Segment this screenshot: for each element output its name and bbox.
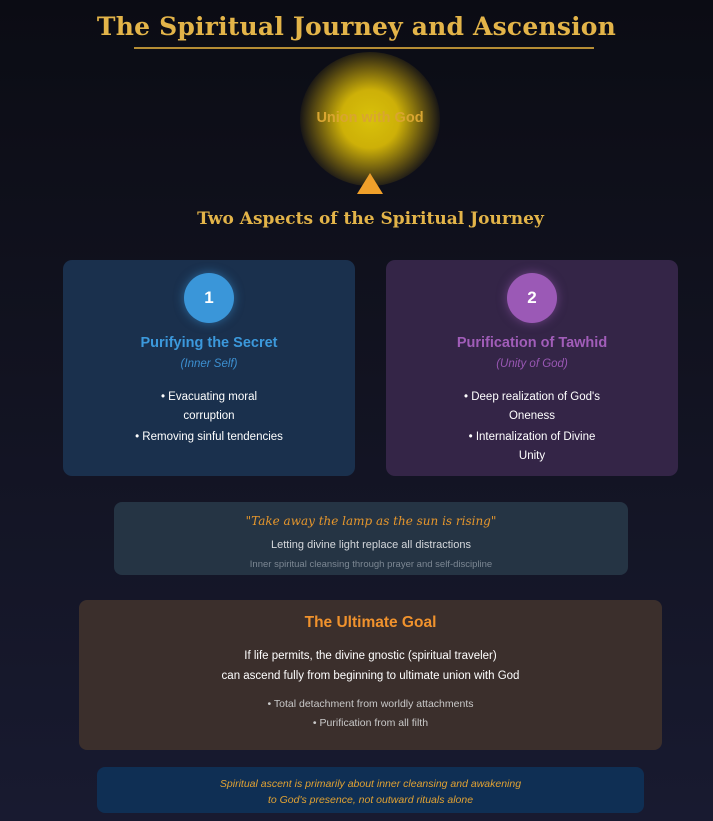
aspect-title: Purifying the Secret [140,335,278,351]
aspect-bullet: • Internalization of Divine Unity [468,431,596,462]
aspect-subtitle: (Unity of God) [496,358,568,370]
aspect-number-badge: 2 [507,273,557,323]
page-title: The Spiritual Journey and Ascension [96,12,617,41]
goal-title: The Ultimate Goal [304,614,437,631]
aspect-bullet-list: • Deep realization of God's Oneness • In… [386,388,678,468]
summary-note-box: Spiritual ascent is primarily about inne… [97,767,644,813]
goal-bullet: • Purification from all filth [312,717,429,729]
quote-text: "Take away the lamp as the sun is rising… [245,514,497,528]
goal-bullet-list: • Total detachment from worldly attachme… [79,695,662,733]
aspect-bullet: • Evacuating moral corruption [160,391,258,422]
summary-note-line: to God's presence, not outward rituals a… [267,794,474,806]
aspect-bullet: • Removing sinful tendencies [135,431,283,443]
quote-footnote: Inner spiritual cleansing through prayer… [249,559,493,570]
quote-explanation: Letting divine light replace all distrac… [271,539,471,551]
title-underline [134,47,594,49]
union-with-god-label: Union with God [316,110,424,126]
goal-bullet: • Total detachment from worldly attachme… [267,698,474,710]
ultimate-goal-box: The Ultimate Goal If life permits, the d… [79,600,662,750]
section-title: Two Aspects of the Spiritual Journey [197,209,544,229]
goal-description-line: can ascend fully from beginning to ultim… [221,670,520,682]
aspect-card-purifying-secret: 1 Purifying the Secret (Inner Self) • Ev… [63,260,355,476]
aspect-title: Purification of Tawhid [456,335,608,351]
up-triangle-shape [357,173,383,194]
summary-note-line: Spiritual ascent is primarily about inne… [219,778,522,790]
goal-description-line: If life permits, the divine gnostic (spi… [244,650,497,662]
aspect-bullet-list: • Evacuating moral corruption • Removing… [63,388,355,449]
aspect-subtitle: (Inner Self) [180,358,238,370]
up-triangle-icon [356,172,384,196]
aspect-bullet: • Deep realization of God's Oneness [464,391,600,422]
summary-note: Spiritual ascent is primarily about inne… [97,776,644,808]
aspect-number-badge: 1 [184,273,234,323]
goal-description: If life permits, the divine gnostic (spi… [79,646,662,686]
aspect-card-purification-tawhid: 2 Purification of Tawhid (Unity of God) … [386,260,678,476]
quote-box: "Take away the lamp as the sun is rising… [114,502,628,575]
